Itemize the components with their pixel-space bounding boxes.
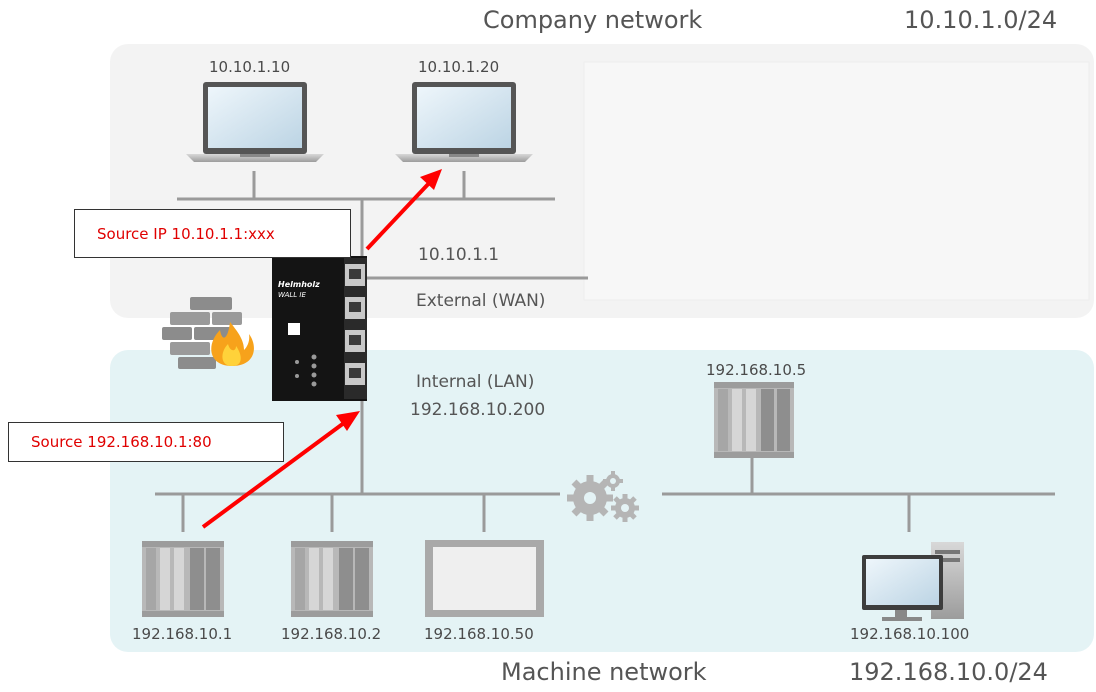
device-brand: Helmholz <box>278 280 320 289</box>
laptop-host-2 <box>395 82 533 162</box>
host-ip-label: 10.10.1.10 <box>209 58 291 76</box>
company-subnet: 10.10.1.0/24 <box>904 6 1058 34</box>
host-ip-label: 192.168.10.50 <box>424 625 534 643</box>
network-diagram: Helmholz WALL IE Company network 10.10.1… <box>0 0 1096 692</box>
hmi-panel-host <box>425 540 544 617</box>
host-ip-label: 10.10.1.20 <box>418 58 500 76</box>
lan-source-callout: Source 192.168.10.1:80 <box>8 422 284 462</box>
machine-network-title: Machine network <box>501 658 707 686</box>
wan-source-callout: Source IP 10.10.1.1:xxx <box>74 209 351 258</box>
lan-ip: 192.168.10.200 <box>410 400 546 420</box>
lan-label: Internal (LAN) <box>416 372 535 392</box>
host-ip-label: 192.168.10.5 <box>706 361 807 379</box>
laptop-host-1 <box>186 82 324 162</box>
plc-host-2 <box>291 541 373 617</box>
machine-subnet: 192.168.10.0/24 <box>849 658 1048 686</box>
device-model: WALL IE <box>278 291 306 299</box>
wan-label: External (WAN) <box>416 291 546 311</box>
host-ip-label: 192.168.10.2 <box>281 625 382 643</box>
host-ip-label: 192.168.10.100 <box>850 625 970 643</box>
plc-host-1 <box>142 541 224 617</box>
plc-host-5 <box>714 382 794 458</box>
wall-ie-device: Helmholz WALL IE <box>272 256 367 401</box>
host-ip-label: 192.168.10.1 <box>132 625 233 643</box>
company-network-title: Company network <box>483 6 703 34</box>
wan-ip: 10.10.1.1 <box>418 245 500 265</box>
diagram-canvas: Helmholz WALL IE <box>110 44 1094 652</box>
company-blank-panel <box>583 61 1090 301</box>
